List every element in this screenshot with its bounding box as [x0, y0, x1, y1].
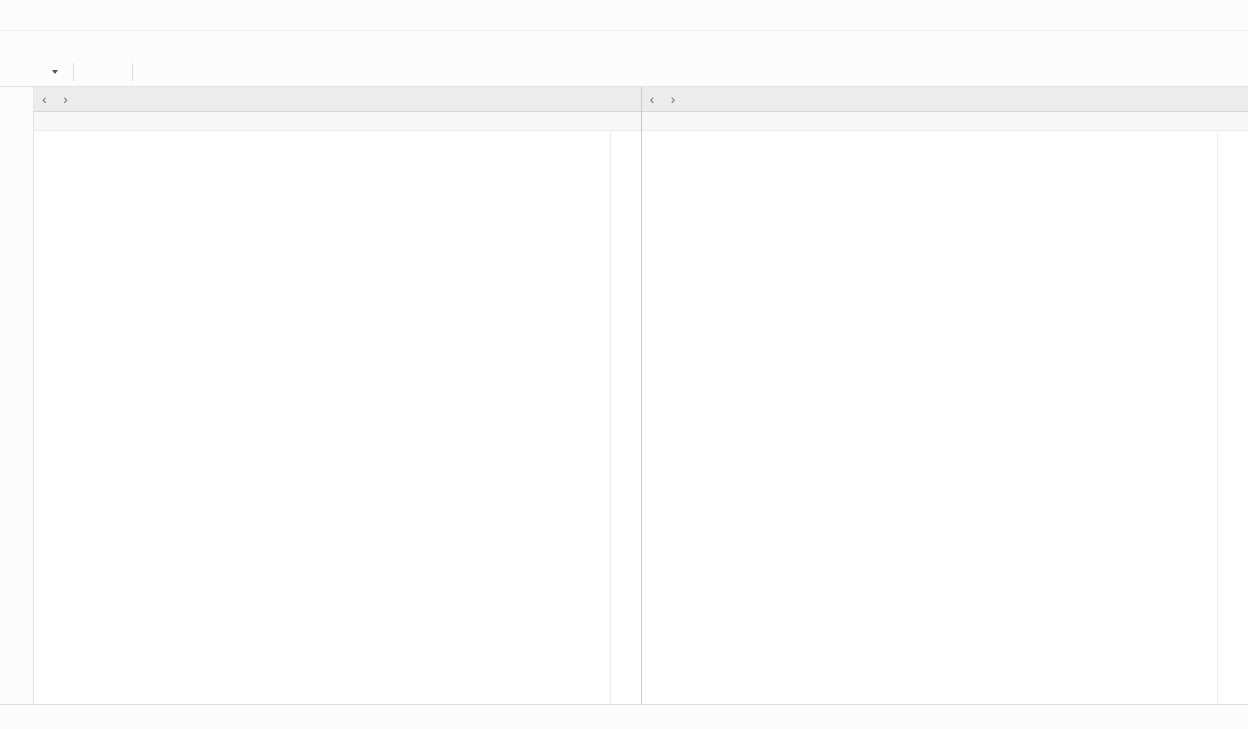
toolbar	[0, 57, 1248, 87]
history-forward-button[interactable]: ›	[55, 87, 76, 111]
save-as-button[interactable]	[103, 69, 125, 75]
window-controls	[1110, 0, 1248, 30]
breadcrumb-left	[34, 112, 641, 131]
sidebar-commits-button[interactable]	[5, 209, 29, 233]
editor-right	[642, 131, 1248, 704]
sidebar-outline-button[interactable]	[5, 133, 29, 157]
menubar	[0, 31, 1248, 57]
tab-spacer	[684, 87, 1203, 111]
undo-button[interactable]	[140, 69, 162, 75]
close-button[interactable]	[1202, 0, 1248, 30]
main-area: ‹ › ‹ ›	[0, 87, 1248, 704]
toolbar-separator	[132, 63, 133, 81]
minimap-scrollbar-right[interactable]	[1217, 131, 1248, 704]
maximize-button[interactable]	[1156, 0, 1202, 30]
open-dropdown-caret-icon	[52, 70, 58, 74]
split-view-button[interactable]	[1225, 87, 1248, 111]
minimize-button[interactable]	[1110, 0, 1156, 30]
redo-button[interactable]	[162, 69, 184, 75]
save-button[interactable]	[81, 69, 103, 75]
new-button[interactable]	[8, 69, 30, 75]
left-sidebar	[0, 87, 34, 704]
pane-right: ‹ ›	[641, 87, 1248, 704]
history-back-button[interactable]: ‹	[642, 87, 663, 111]
tab-spacer	[76, 87, 595, 111]
kate-window: ‹ › ‹ ›	[0, 0, 1248, 729]
sidebar-git-button[interactable]	[5, 171, 29, 195]
split-view-button[interactable]	[618, 87, 641, 111]
history-back-button[interactable]: ‹	[34, 87, 55, 111]
quick-open-button[interactable]	[595, 87, 618, 111]
titlebar	[0, 0, 1248, 31]
text-area-right[interactable]	[642, 131, 1218, 704]
open-button[interactable]	[30, 67, 66, 77]
tab-bar-left: ‹ ›	[34, 87, 641, 112]
text-area-left[interactable]	[34, 131, 610, 704]
toolbar-separator	[73, 63, 74, 81]
tab-bar-right: ‹ ›	[642, 87, 1248, 112]
quick-open-button[interactable]	[1202, 87, 1225, 111]
split-panes: ‹ › ‹ ›	[34, 87, 1248, 704]
editor-left	[34, 131, 641, 704]
sidebar-documents-button[interactable]	[5, 95, 29, 119]
pane-left: ‹ ›	[34, 87, 641, 704]
statusbar	[0, 704, 1248, 729]
minimap-scrollbar-left[interactable]	[610, 131, 641, 704]
history-forward-button[interactable]: ›	[663, 87, 684, 111]
breadcrumb-right	[642, 112, 1248, 131]
